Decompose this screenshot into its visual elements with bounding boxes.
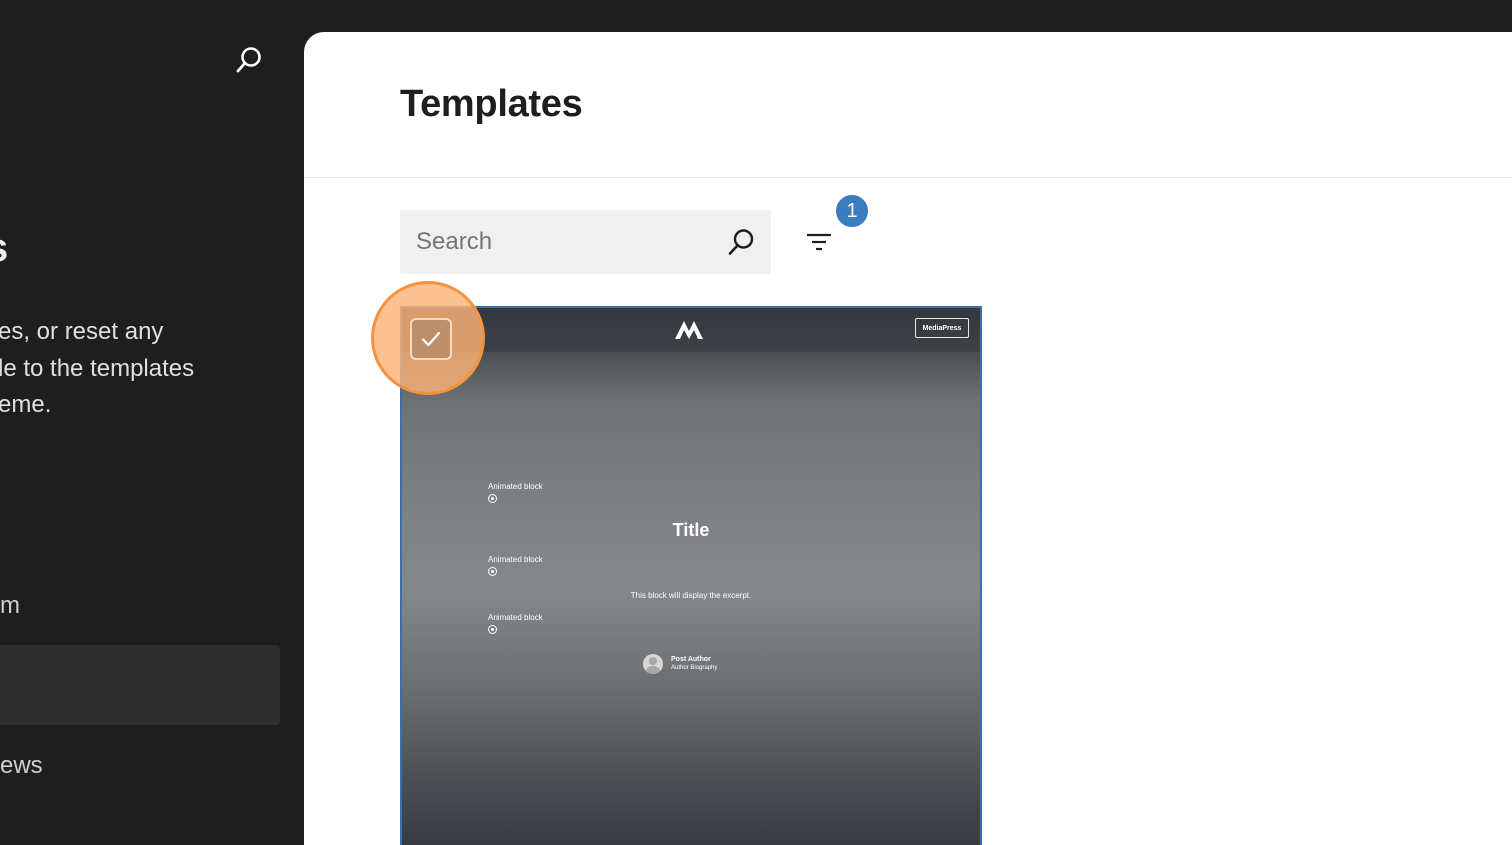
search-icon [725, 226, 757, 258]
search-input[interactable] [400, 210, 716, 274]
preview-title: Title [672, 520, 710, 540]
sidebar-item-1[interactable]: m [0, 588, 280, 628]
animated-block: Animated block [488, 555, 543, 576]
animated-block-label: Animated block [488, 613, 543, 622]
animated-block: Animated block [488, 613, 543, 634]
animated-block: Animated block [488, 482, 543, 503]
template-select-checkbox[interactable] [410, 318, 452, 360]
template-card[interactable]: MediaPress Animated block Animated block… [400, 306, 982, 845]
animated-block-label: Animated block [488, 482, 543, 491]
animated-block-label: Animated block [488, 555, 543, 564]
main-panel: Templates 1 MediaPress Animated block [304, 32, 1512, 845]
author-bio: Author Biography [671, 665, 718, 671]
page-title: Templates [400, 83, 583, 125]
search-box[interactable] [400, 210, 771, 274]
sidebar-item-label: ews [0, 752, 43, 779]
sidebar-description-line: le to the templates [0, 354, 195, 382]
sidebar-item-active[interactable] [0, 645, 280, 725]
page-header: Templates [304, 32, 1512, 178]
sidebar-description-line: eme. [0, 391, 52, 418]
animated-block-icon [488, 567, 497, 576]
animated-block-icon [488, 625, 497, 634]
preview-brand-button: MediaPress [915, 318, 969, 338]
preview-header: MediaPress [402, 308, 980, 353]
avatar [643, 654, 663, 674]
sidebar: s es, or reset any le to the templates e… [0, 0, 304, 845]
search-icon [236, 47, 261, 73]
sidebar-description-line: es, or reset any [0, 318, 164, 345]
preview-excerpt: This block will display the excerpt. [630, 591, 752, 600]
sidebar-search-button[interactable] [228, 40, 268, 80]
animated-block-icon [488, 494, 497, 503]
sidebar-heading: s [0, 226, 8, 271]
checkmark-icon [421, 331, 441, 347]
filter-count-badge: 1 [835, 194, 869, 228]
sidebar-item-3[interactable]: ews [0, 748, 280, 788]
site-logo-icon [675, 321, 703, 339]
sidebar-item-label: m [0, 592, 20, 619]
sidebar-description: es, or reset any le to the templates eme… [0, 314, 194, 424]
filter-icon [807, 233, 831, 251]
author-name: Post Author [671, 656, 711, 663]
filter-button[interactable] [798, 221, 840, 263]
